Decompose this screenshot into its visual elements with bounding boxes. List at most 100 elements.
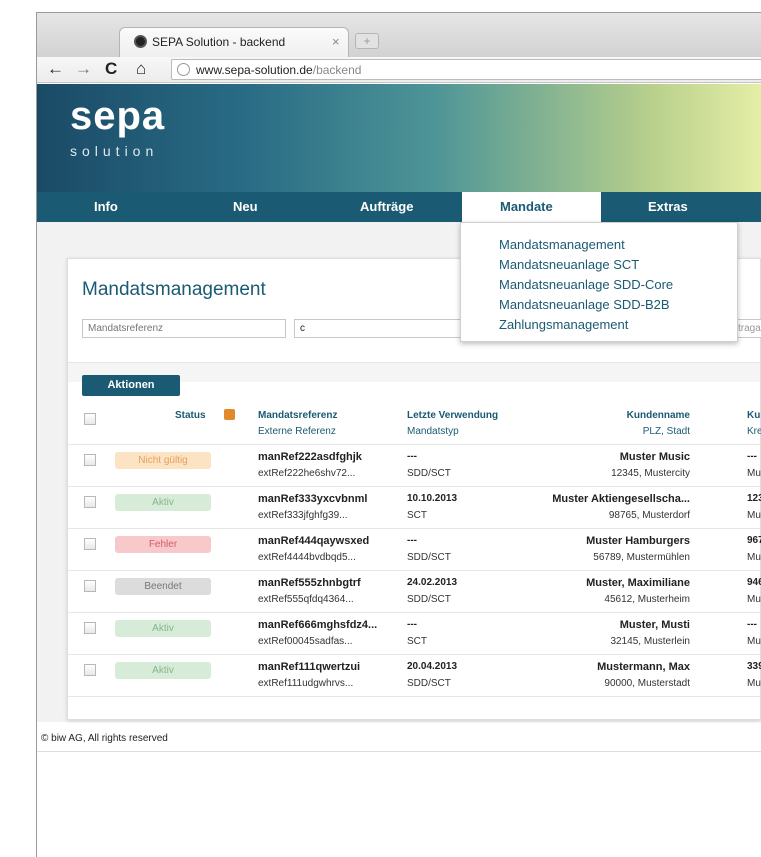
table-row[interactable]: Aktiv manRef333yxcvbnml extRef333jfghfg39.… <box>68 487 761 529</box>
customer-name: Muster Music <box>619 451 690 463</box>
tab-bar: SEPA Solution - backend × + <box>37 13 761 57</box>
table-row[interactable]: Fehler manRef444qaywsxed extRef4444bvdbqd5… <box>68 529 761 571</box>
main-nav: Info Neu Aufträge Mandate Extras <box>37 192 761 222</box>
dropdown-item-new-sdd-core[interactable]: Mandatsneuanlage SDD-Core <box>499 275 737 295</box>
mandate-ref[interactable]: manRef444qaywsxed <box>258 535 369 547</box>
site-header: sepa solution <box>37 84 761 192</box>
footer-text: © biw AG, All rights reserved <box>41 733 168 744</box>
logo-sepa[interactable]: sepa <box>70 94 165 139</box>
header-col5-sub[interactable]: Kre <box>747 426 761 437</box>
forward-icon[interactable]: → <box>75 60 92 78</box>
browser-window: SEPA Solution - backend × + ← → C ⌂ www.… <box>36 12 761 857</box>
last-use: --- <box>407 535 417 546</box>
nav-item-auftraege[interactable]: Aufträge <box>360 192 413 222</box>
external-ref: extRef222he6shv72... <box>258 468 356 479</box>
mandate-type: SCT <box>407 510 427 521</box>
mandate-ref[interactable]: manRef333yxcvbnml <box>258 493 367 505</box>
zip-city: 56789, Mustermühlen <box>593 552 690 563</box>
header-mandate-ref[interactable]: Mandatsreferenz <box>258 410 337 421</box>
dropdown-item-new-sct[interactable]: Mandatsneuanlage SCT <box>499 255 737 275</box>
row-checkbox[interactable] <box>84 580 96 592</box>
logo-solution: solution <box>70 143 159 159</box>
col5-value: 946 <box>747 577 761 588</box>
mandate-ref[interactable]: manRef555zhnbgtrf <box>258 577 361 589</box>
last-use: --- <box>407 451 417 462</box>
last-use: 24.02.2013 <box>407 577 458 588</box>
dropdown-item-payment-management[interactable]: Zahlungsmanagement <box>499 315 737 335</box>
col5-sub-value: Mu <box>747 468 761 479</box>
header-zip-city[interactable]: PLZ, Stadt <box>643 426 690 437</box>
table-header: Status Mandatsreferenz Externe Referenz … <box>68 407 761 445</box>
last-use: 20.04.2013 <box>407 661 458 672</box>
zip-city: 32145, Musterlein <box>610 636 691 647</box>
status-badge: Beendet <box>115 578 211 595</box>
header-status[interactable]: Status <box>175 410 206 421</box>
nav-item-neu[interactable]: Neu <box>233 192 258 222</box>
col5-value: 123 <box>747 493 761 504</box>
nav-item-info[interactable]: Info <box>94 192 118 222</box>
header-last-use[interactable]: Letzte Verwendung <box>407 410 498 421</box>
back-icon[interactable]: ← <box>47 60 64 78</box>
header-mandate-type[interactable]: Mandatstyp <box>407 426 459 437</box>
status-badge: Aktiv <box>115 662 211 679</box>
url-path: /backend <box>312 63 362 77</box>
col5-sub-value: Mu <box>747 552 761 563</box>
header-external-ref[interactable]: Externe Referenz <box>258 426 336 437</box>
col5-value: --- <box>747 619 757 630</box>
mandate-ref-filter-input[interactable] <box>82 319 286 338</box>
address-bar[interactable]: www.sepa-solution.de/backend <box>171 59 761 80</box>
table-row[interactable]: Aktiv manRef666mghsfdz4... extRef00045sadf… <box>68 613 761 655</box>
col5-sub-value: Mu <box>747 594 761 605</box>
mandate-type: SDD/SCT <box>407 552 451 563</box>
actions-button[interactable]: Aktionen <box>82 375 180 396</box>
lock-icon <box>224 409 235 420</box>
mandate-ref[interactable]: manRef666mghsfdz4... <box>258 619 377 631</box>
zip-city: 98765, Musterdorf <box>608 510 690 521</box>
table-row[interactable]: Aktiv manRef111qwertzui extRef111udgwhrvs.… <box>68 655 761 697</box>
row-checkbox[interactable] <box>84 664 96 676</box>
mandate-ref[interactable]: manRef222asdfghjk <box>258 451 362 463</box>
last-use: 10.10.2013 <box>407 493 458 504</box>
select-all-checkbox[interactable] <box>84 413 96 425</box>
mandate-dropdown-menu: Mandatsmanagement Mandatsneuanlage SCT M… <box>460 222 738 342</box>
row-checkbox[interactable] <box>84 454 96 466</box>
row-checkbox[interactable] <box>84 622 96 634</box>
table-row[interactable]: Beendet manRef555zhnbgtrf extRef555qfdq436… <box>68 571 761 613</box>
col5-value: 339 <box>747 661 761 672</box>
header-customer[interactable]: Kundenname <box>627 410 690 421</box>
zip-city: 45612, Musterheim <box>604 594 690 605</box>
table-row[interactable]: Nicht gültig manRef222asdfghjk extRef222he… <box>68 445 761 487</box>
browser-tab[interactable]: SEPA Solution - backend × <box>119 27 349 57</box>
col5-sub-value: Mu <box>747 678 761 689</box>
customer-name: Muster, Musti <box>619 619 690 631</box>
close-tab-icon[interactable]: × <box>332 34 340 49</box>
col5-sub-value: Mu <box>747 510 761 521</box>
favicon-icon <box>134 35 147 48</box>
col5-value: --- <box>747 451 757 462</box>
footer-divider <box>37 751 761 752</box>
col5-value: 967 <box>747 535 761 546</box>
external-ref: extRef555qfdq4364... <box>258 594 354 605</box>
dropdown-item-mandate-management[interactable]: Mandatsmanagement <box>499 235 737 255</box>
row-checkbox[interactable] <box>84 496 96 508</box>
reload-icon[interactable]: C <box>105 60 117 78</box>
status-badge: Aktiv <box>115 494 211 511</box>
mandate-type: SDD/SCT <box>407 468 451 479</box>
row-checkbox[interactable] <box>84 538 96 550</box>
mandate-type: SDD/SCT <box>407 678 451 689</box>
nav-item-extras[interactable]: Extras <box>648 192 688 222</box>
external-ref: extRef333jfghfg39... <box>258 510 348 521</box>
dropdown-item-new-sdd-b2b[interactable]: Mandatsneuanlage SDD-B2B <box>499 295 737 315</box>
nav-item-mandate[interactable]: Mandate <box>462 192 601 222</box>
customer-name: Muster Aktiengesellscha... <box>552 493 690 505</box>
home-icon[interactable]: ⌂ <box>136 60 146 78</box>
url-text: www.sepa-solution.de/backend <box>196 63 361 77</box>
customer-name: Muster Hamburgers <box>586 535 690 547</box>
mandate-ref[interactable]: manRef111qwertzui <box>258 661 360 673</box>
external-ref: extRef111udgwhrvs... <box>258 678 354 689</box>
header-col5[interactable]: Ku <box>747 410 760 421</box>
new-tab-button[interactable]: + <box>355 33 379 49</box>
col5-sub-value: Mu <box>747 636 761 647</box>
page-title: Mandatsmanagement <box>82 279 266 300</box>
tab-title: SEPA Solution - backend <box>152 35 286 49</box>
